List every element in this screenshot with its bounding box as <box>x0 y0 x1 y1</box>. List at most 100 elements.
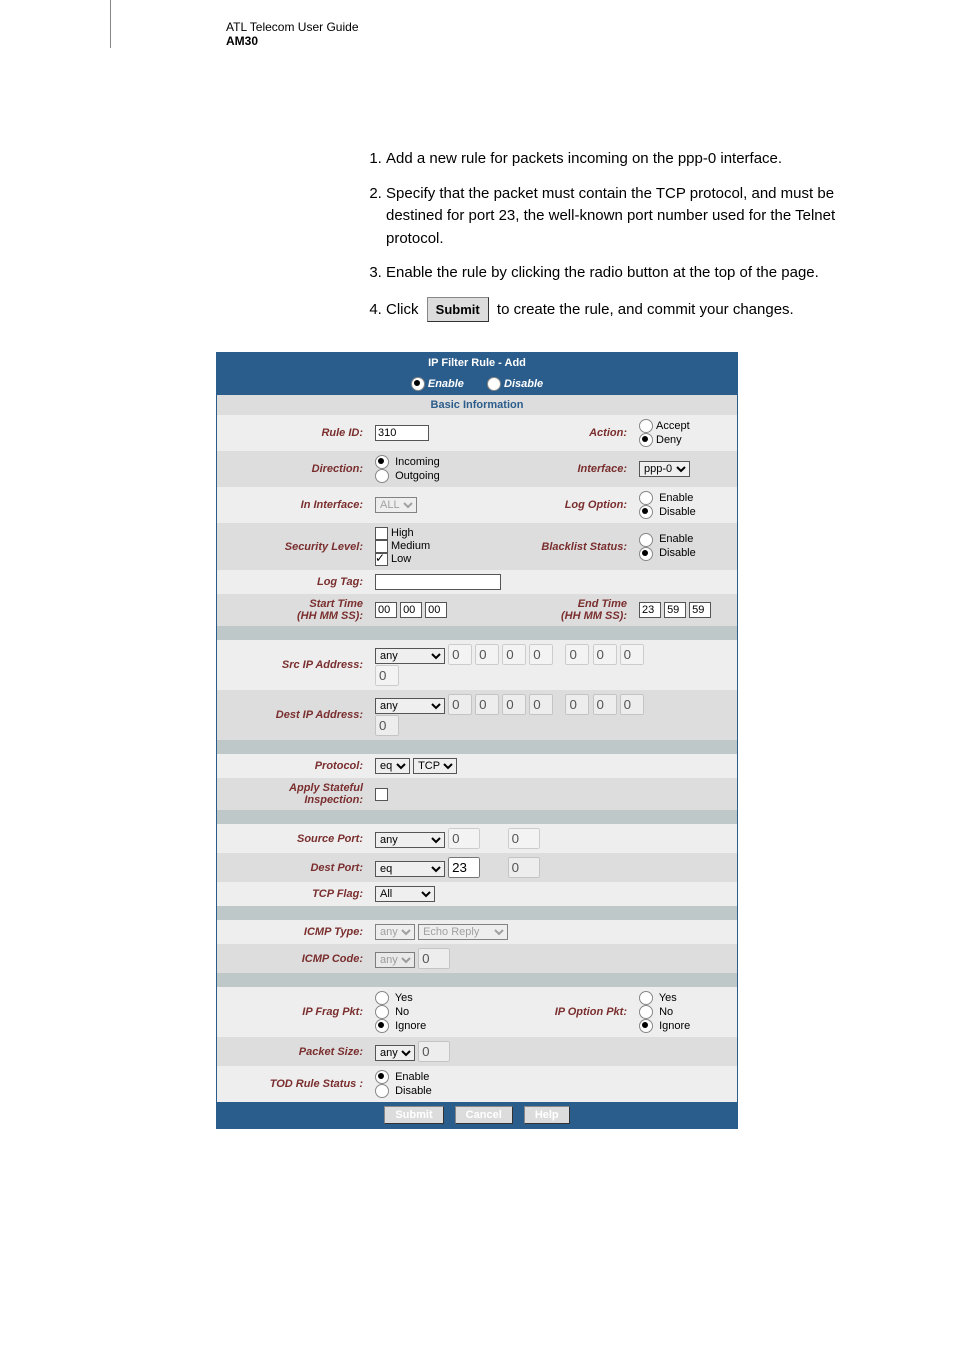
label-ip-option: IP Option Pkt: <box>496 987 633 1037</box>
input-dest-ip-8 <box>375 715 399 736</box>
input-dest-ip-5 <box>565 694 589 715</box>
select-interface[interactable]: ppp-0 <box>639 461 690 477</box>
doc-title: ATL Telecom User Guide <box>226 20 954 34</box>
label-rule-id: Rule ID: <box>217 415 369 451</box>
label-interface: Interface: <box>496 451 633 487</box>
instruction-2: Specify that the packet must contain the… <box>386 183 875 251</box>
select-in-interface: ALL <box>375 497 417 513</box>
radio-log-enable[interactable]: Enable <box>639 492 693 504</box>
input-src-ip-2 <box>475 644 499 665</box>
input-icmp-code <box>418 948 450 969</box>
chk-stateful[interactable] <box>375 788 388 801</box>
input-log-tag[interactable] <box>375 574 501 590</box>
radio-opt-no[interactable]: No <box>639 1006 673 1018</box>
label-protocol: Protocol: <box>217 754 369 778</box>
radio-opt-yes[interactable]: Yes <box>639 992 677 1004</box>
radio-tod-disable[interactable]: Disable <box>375 1085 432 1097</box>
radio-disable[interactable]: Disable <box>487 378 543 390</box>
input-src-port-2 <box>508 828 540 849</box>
input-end-h[interactable] <box>639 602 661 618</box>
radio-action-accept[interactable]: Accept <box>639 420 690 432</box>
label-blacklist: Blacklist Status: <box>496 523 633 570</box>
radio-blacklist-disable[interactable]: Disable <box>639 547 696 559</box>
input-src-ip-4 <box>529 644 553 665</box>
input-src-ip-8 <box>375 665 399 686</box>
select-icmp-type: Echo Reply <box>418 924 508 940</box>
section-basic-info: Basic Information <box>217 395 737 415</box>
input-dest-ip-7 <box>620 694 644 715</box>
label-tcp-flag: TCP Flag: <box>217 882 369 906</box>
label-end-time: End Time(HH MM SS): <box>496 594 633 626</box>
radio-blacklist-enable[interactable]: Enable <box>639 533 693 545</box>
label-source-port: Source Port: <box>217 824 369 853</box>
select-protocol-op[interactable]: eq <box>375 758 410 774</box>
select-dest-ip-mode[interactable]: any <box>375 698 445 714</box>
input-src-ip-1 <box>448 644 472 665</box>
input-rule-id[interactable] <box>375 425 429 441</box>
input-dest-port-2 <box>508 857 540 878</box>
radio-log-disable[interactable]: Disable <box>639 506 696 518</box>
label-stateful: Apply StatefulInspection: <box>217 778 369 810</box>
instructions: Add a new rule for packets incoming on t… <box>360 148 875 322</box>
label-direction: Direction: <box>217 451 369 487</box>
input-start-s[interactable] <box>425 602 447 618</box>
input-src-ip-7 <box>620 644 644 665</box>
label-in-interface: In Interface: <box>217 487 369 523</box>
input-src-ip-5 <box>565 644 589 665</box>
radio-dir-incoming[interactable]: Incoming <box>375 456 440 468</box>
input-dest-ip-2 <box>475 694 499 715</box>
select-src-ip-mode[interactable]: any <box>375 648 445 664</box>
input-packet-size <box>418 1041 450 1062</box>
select-src-port-op[interactable]: any <box>375 832 445 848</box>
label-src-ip: Src IP Address: <box>217 640 369 690</box>
input-start-m[interactable] <box>400 602 422 618</box>
panel-title: IP Filter Rule - Add <box>217 353 737 373</box>
select-dest-port-op[interactable]: eq <box>375 861 445 877</box>
chk-sec-low[interactable]: Low <box>375 553 411 565</box>
cancel-button[interactable]: Cancel <box>455 1106 513 1124</box>
help-button[interactable]: Help <box>524 1106 570 1124</box>
instruction-3: Enable the rule by clicking the radio bu… <box>386 262 875 285</box>
submit-button[interactable]: Submit <box>384 1106 443 1124</box>
select-icmp-code-op: any <box>375 952 415 968</box>
label-icmp-type: ICMP Type: <box>217 920 369 944</box>
instruction-1: Add a new rule for packets incoming on t… <box>386 148 875 171</box>
label-tod-rule: TOD Rule Status : <box>217 1066 369 1102</box>
chk-sec-high[interactable]: High <box>375 527 414 539</box>
select-icmp-type-op: any <box>375 924 415 940</box>
instruction-4: Click Submit to create the rule, and com… <box>386 297 875 323</box>
label-icmp-code: ICMP Code: <box>217 944 369 973</box>
radio-tod-enable[interactable]: Enable <box>375 1071 429 1083</box>
input-src-ip-3 <box>502 644 526 665</box>
radio-frag-ignore[interactable]: Ignore <box>375 1020 426 1032</box>
input-dest-ip-4 <box>529 694 553 715</box>
radio-frag-no[interactable]: No <box>375 1006 409 1018</box>
select-protocol[interactable]: TCP <box>413 758 457 774</box>
select-tcp-flag[interactable]: All <box>375 886 435 902</box>
label-security-level: Security Level: <box>217 523 369 570</box>
input-dest-port-1[interactable] <box>448 857 480 878</box>
label-dest-port: Dest Port: <box>217 853 369 882</box>
select-packet-size-op[interactable]: any <box>375 1045 415 1061</box>
input-src-port-1 <box>448 828 480 849</box>
input-dest-ip-1 <box>448 694 472 715</box>
input-start-h[interactable] <box>375 602 397 618</box>
label-dest-ip: Dest IP Address: <box>217 690 369 740</box>
radio-action-deny[interactable]: Deny <box>639 434 682 446</box>
input-dest-ip-6 <box>593 694 617 715</box>
radio-frag-yes[interactable]: Yes <box>375 992 413 1004</box>
label-ip-frag: IP Frag Pkt: <box>217 987 369 1037</box>
radio-opt-ignore[interactable]: Ignore <box>639 1020 690 1032</box>
label-start-time: Start Time(HH MM SS): <box>217 594 369 626</box>
ip-filter-panel: IP Filter Rule - Add Enable Disable Basi… <box>217 353 737 1128</box>
input-end-s[interactable] <box>689 602 711 618</box>
input-end-m[interactable] <box>664 602 686 618</box>
submit-button-inline: Submit <box>427 297 489 323</box>
label-log-tag: Log Tag: <box>217 570 369 594</box>
radio-enable[interactable]: Enable <box>411 378 464 390</box>
radio-dir-outgoing[interactable]: Outgoing <box>375 470 440 482</box>
input-dest-ip-3 <box>502 694 526 715</box>
doc-model: AM30 <box>226 34 954 48</box>
input-src-ip-6 <box>593 644 617 665</box>
label-action: Action: <box>496 415 633 451</box>
